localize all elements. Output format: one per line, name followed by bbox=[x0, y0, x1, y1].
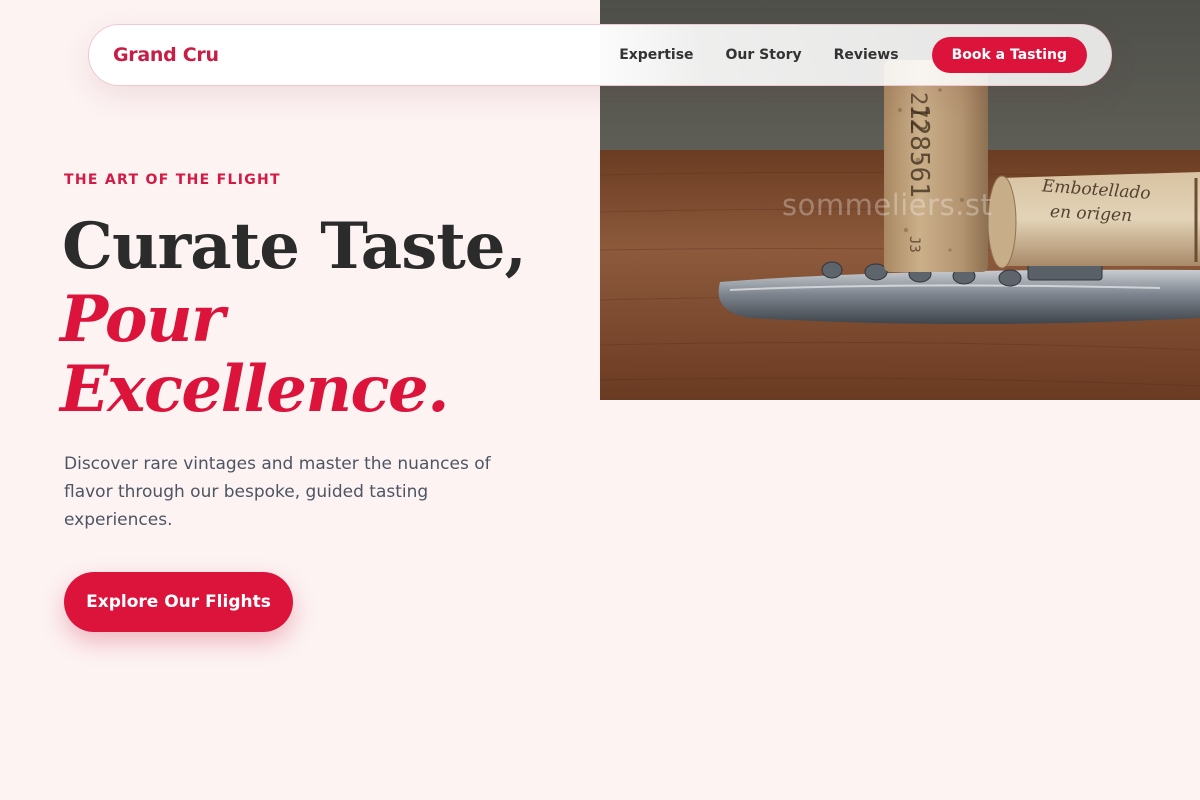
headline-line-curate-taste: Curate Taste, bbox=[62, 209, 527, 284]
landing-page: 128561 272 J3 Embotellado en origen somm… bbox=[0, 0, 1200, 800]
cork-text-en-origen: en origen bbox=[1049, 201, 1133, 227]
book-tasting-button[interactable]: Book a Tasting bbox=[931, 37, 1087, 73]
nav-links: Expertise Our Story Reviews Book a Tasti… bbox=[619, 37, 1087, 73]
cork-stamp-code: 272 bbox=[905, 92, 930, 132]
hero-subtitle: Discover rare vintages and master the nu… bbox=[64, 454, 491, 530]
nav-link-expertise[interactable]: Expertise bbox=[619, 47, 693, 63]
hero-eyebrow: THE ART OF THE FLIGHT bbox=[64, 172, 281, 188]
headline-line-excellence: Excellence. bbox=[60, 352, 449, 427]
nav-link-our-story[interactable]: Our Story bbox=[726, 47, 802, 63]
brand-logo[interactable]: Grand Cru bbox=[113, 44, 219, 66]
top-navbar: Grand Cru Expertise Our Story Reviews Bo… bbox=[88, 24, 1112, 86]
headline-line-pour: Pour bbox=[60, 282, 225, 357]
explore-flights-button[interactable]: Explore Our Flights bbox=[64, 572, 293, 632]
cork-stamp-small: J3 bbox=[906, 236, 922, 253]
nav-link-reviews[interactable]: Reviews bbox=[834, 47, 899, 63]
